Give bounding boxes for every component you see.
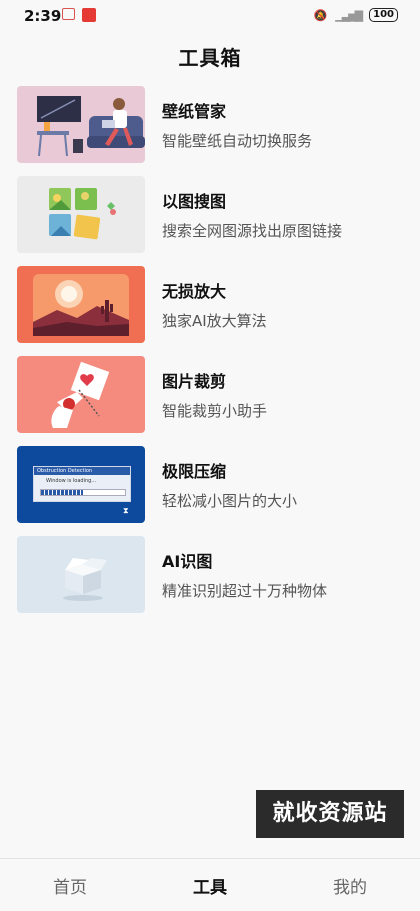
hourglass-icon: ⧗ — [123, 506, 129, 515]
progress-bar — [40, 489, 126, 496]
compress-thumbnail: Obstruction Detection Window is loading.… — [17, 446, 145, 523]
status-bar: 2:39 🔕 ▁▃▅▇ 100 — [0, 0, 420, 32]
tool-name: 壁纸管家 — [162, 102, 227, 121]
progress-bar-fill — [41, 490, 83, 495]
screen-cast-icon — [62, 8, 75, 20]
loading-dialog: Obstruction Detection Window is loading.… — [33, 466, 131, 502]
tool-name: AI识图 — [162, 552, 213, 571]
tool-item-compress[interactable]: Obstruction Detection Window is loading.… — [0, 446, 420, 526]
signal-icon: ▁▃▅▇ — [335, 8, 363, 22]
battery-indicator: 100 — [369, 8, 398, 22]
bottom-tab-bar: 首页 工具 我的 — [0, 858, 420, 911]
page-title: 工具箱 — [178, 46, 242, 70]
tool-name: 无损放大 — [162, 282, 227, 301]
status-right: 🔕 ▁▃▅▇ 100 — [314, 8, 398, 22]
tool-item-crop[interactable]: 图片裁剪 智能裁剪小助手 — [0, 356, 420, 436]
crop-thumbnail — [17, 356, 145, 433]
tool-desc: 精准识别超过十万种物体 — [162, 582, 328, 600]
watermark: 就收资源站 — [256, 790, 404, 838]
tool-desc: 智能壁纸自动切换服务 — [162, 132, 313, 150]
tool-item-ai-recognition[interactable]: AI识图 精准识别超过十万种物体 — [0, 536, 420, 616]
tab-mine[interactable]: 我的 — [310, 873, 390, 898]
tool-name: 极限压缩 — [162, 462, 227, 481]
tab-home[interactable]: 首页 — [30, 873, 110, 898]
tool-name: 以图搜图 — [162, 192, 227, 211]
image-search-thumbnail — [17, 176, 145, 253]
tool-desc: 独家AI放大算法 — [162, 312, 267, 330]
wallpaper-thumbnail — [17, 86, 145, 163]
dialog-loading-text: Window is loading... — [46, 478, 97, 484]
tool-item-image-search[interactable]: 以图搜图 搜索全网图源找出原图链接 — [0, 176, 420, 256]
tool-item-wallpaper[interactable]: 壁纸管家 智能壁纸自动切换服务 — [0, 86, 420, 166]
ai-recognition-thumbnail — [17, 536, 145, 613]
app-notification-icon — [82, 8, 96, 22]
dialog-titlebar: Obstruction Detection — [34, 467, 130, 475]
tool-desc: 轻松减小图片的大小 — [162, 492, 298, 510]
tab-tools[interactable]: 工具 — [170, 873, 250, 898]
tool-item-upscale[interactable]: 无损放大 独家AI放大算法 — [0, 266, 420, 346]
upscale-thumbnail — [17, 266, 145, 343]
mute-icon: 🔕 — [313, 8, 328, 22]
tool-name: 图片裁剪 — [162, 372, 227, 391]
status-time: 2:39 — [24, 7, 62, 25]
tool-desc: 搜索全网图源找出原图链接 — [162, 222, 343, 240]
tool-desc: 智能裁剪小助手 — [162, 402, 268, 420]
